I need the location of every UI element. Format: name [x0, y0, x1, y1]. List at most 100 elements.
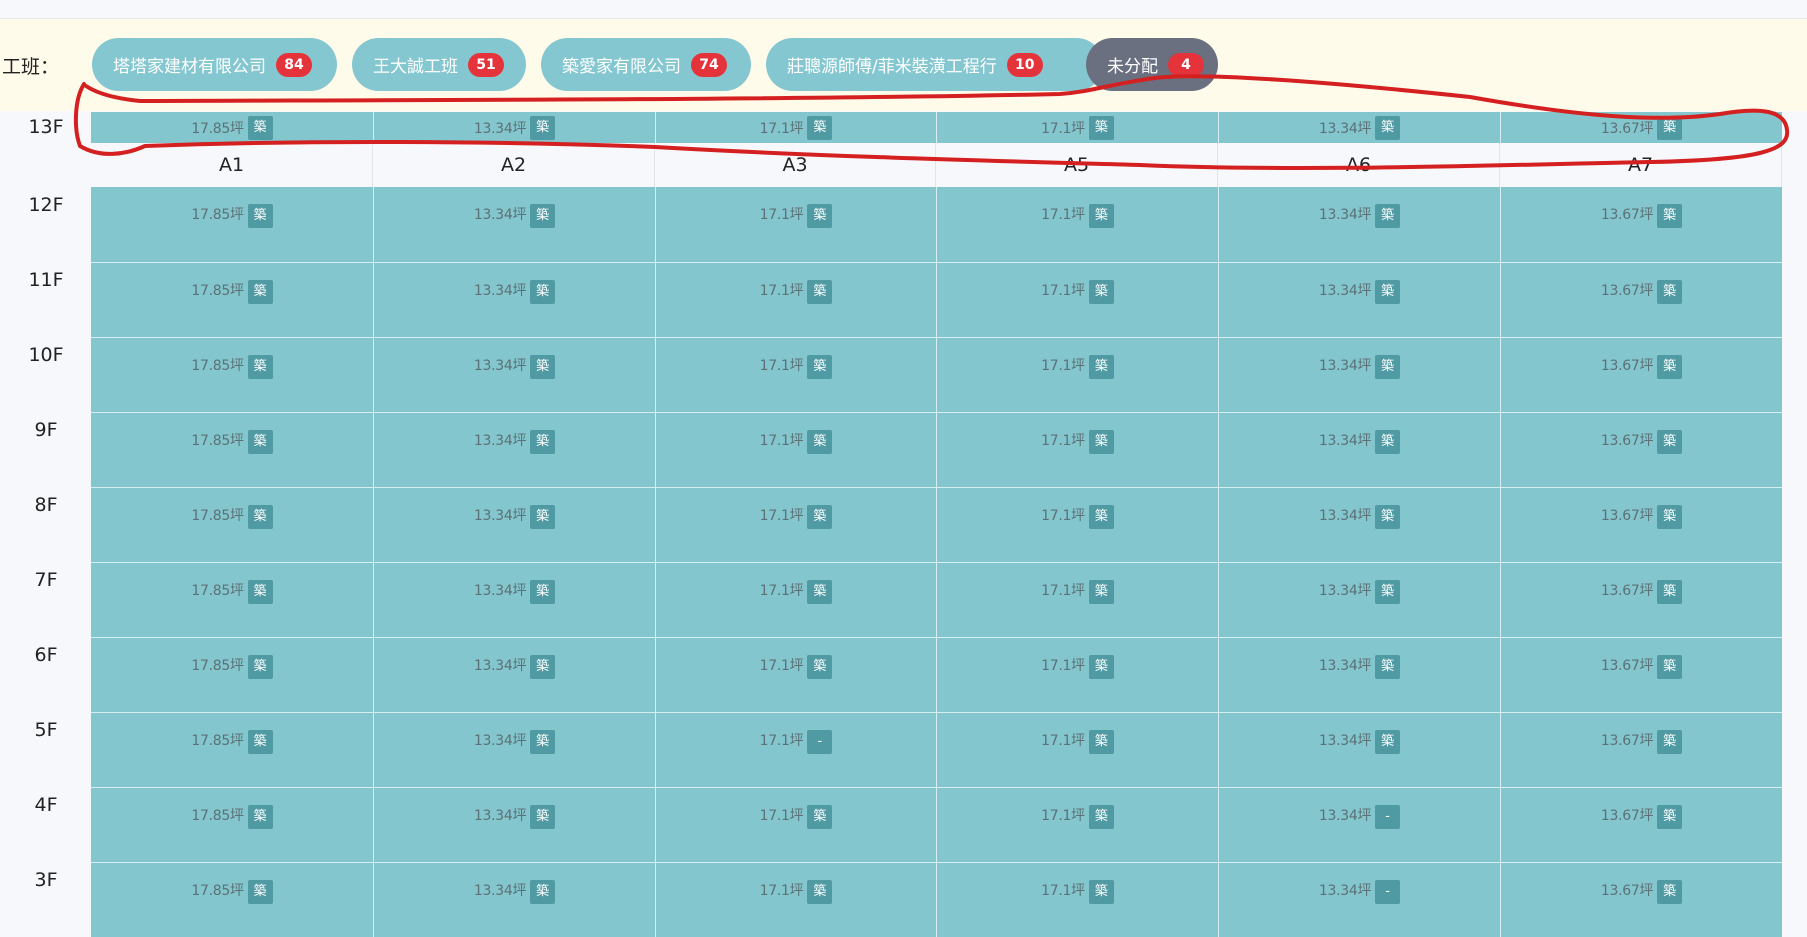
- unit-cell-3f-a6[interactable]: 13.34坪 -: [1218, 862, 1500, 937]
- build-badge[interactable]: 築: [1657, 580, 1683, 604]
- unit-cell-6f-a1[interactable]: 17.85坪築: [91, 637, 373, 712]
- build-badge[interactable]: 築: [807, 505, 833, 529]
- unit-cell-3f-a7[interactable]: 13.67坪築: [1500, 862, 1782, 937]
- unassigned-badge[interactable]: -: [807, 730, 833, 754]
- build-badge[interactable]: 築: [1375, 655, 1401, 679]
- unit-cell-5f-a2[interactable]: 13.34坪築: [373, 712, 655, 787]
- unit-cell-4f-a1[interactable]: 17.85坪築: [91, 787, 373, 862]
- unit-cell-5f-a6[interactable]: 13.34坪築: [1218, 712, 1500, 787]
- build-badge[interactable]: 築: [1375, 280, 1401, 304]
- unit-cell-8f-a7[interactable]: 13.67坪築: [1500, 487, 1782, 562]
- build-badge[interactable]: 築: [1088, 505, 1114, 529]
- unit-cell-10f-a1[interactable]: 17.85坪築: [91, 337, 373, 412]
- build-badge[interactable]: 築: [1657, 655, 1683, 679]
- unit-cell-11f-a3[interactable]: 17.1坪築: [655, 262, 936, 337]
- team-filter-pill-4[interactable]: 莊聰源師傅/菲米裝潢工程行 10: [766, 38, 1103, 91]
- build-badge[interactable]: 築: [247, 580, 273, 604]
- build-badge[interactable]: 築: [530, 355, 556, 379]
- unit-cell-6f-a7[interactable]: 13.67坪築: [1500, 637, 1782, 712]
- unit-cell-8f-a1[interactable]: 17.85坪築: [91, 487, 373, 562]
- build-badge[interactable]: 築: [1088, 805, 1114, 829]
- unit-cell-12f-a2[interactable]: 13.34坪築: [373, 187, 655, 262]
- unassigned-badge[interactable]: -: [1375, 880, 1401, 904]
- build-badge[interactable]: 築: [807, 880, 833, 904]
- unit-cell-3f-a1[interactable]: 17.85坪築: [91, 862, 373, 937]
- build-badge[interactable]: 築: [530, 655, 556, 679]
- unit-cell-3f-a3[interactable]: 17.1坪築: [655, 862, 936, 937]
- build-badge[interactable]: 築: [807, 655, 833, 679]
- unit-cell-7f-a1[interactable]: 17.85坪築: [91, 562, 373, 637]
- build-badge[interactable]: 築: [1657, 355, 1683, 379]
- unit-cell-13f-a6[interactable]: 13.34坪築: [1218, 112, 1500, 143]
- build-badge[interactable]: 築: [1088, 730, 1114, 754]
- unit-cell-13f-a7[interactable]: 13.67坪築: [1500, 112, 1782, 143]
- unit-cell-13f-a1[interactable]: 17.85坪築: [91, 112, 373, 143]
- unit-cell-8f-a2[interactable]: 13.34坪築: [373, 487, 655, 562]
- unit-cell-12f-a7[interactable]: 13.67坪築: [1500, 187, 1782, 262]
- unit-cell-6f-a6[interactable]: 13.34坪築: [1218, 637, 1500, 712]
- unit-cell-5f-a3[interactable]: 17.1坪 -: [655, 712, 936, 787]
- build-badge[interactable]: 築: [1088, 355, 1114, 379]
- build-badge[interactable]: 築: [1657, 505, 1683, 529]
- unit-cell-6f-a3[interactable]: 17.1坪築: [655, 637, 936, 712]
- build-badge[interactable]: 築: [807, 805, 833, 829]
- unit-cell-10f-a5[interactable]: 17.1坪築: [936, 337, 1218, 412]
- unit-cell-3f-a2[interactable]: 13.34坪築: [373, 862, 655, 937]
- build-badge[interactable]: 築: [807, 280, 833, 304]
- build-badge[interactable]: 築: [1657, 280, 1683, 304]
- build-badge[interactable]: 築: [807, 115, 833, 140]
- unit-cell-7f-a2[interactable]: 13.34坪築: [373, 562, 655, 637]
- build-badge[interactable]: 築: [1375, 204, 1401, 228]
- unit-cell-7f-a7[interactable]: 13.67坪築: [1500, 562, 1782, 637]
- unit-cell-6f-a5[interactable]: 17.1坪築: [936, 637, 1218, 712]
- unit-cell-13f-a5[interactable]: 17.1坪築: [936, 112, 1218, 143]
- build-badge[interactable]: 築: [1375, 430, 1401, 454]
- build-badge[interactable]: 築: [247, 655, 273, 679]
- build-badge[interactable]: 築: [1657, 880, 1683, 904]
- build-badge[interactable]: 築: [1657, 115, 1683, 140]
- unit-cell-9f-a6[interactable]: 13.34坪築: [1218, 412, 1500, 487]
- build-badge[interactable]: 築: [247, 505, 273, 529]
- build-badge[interactable]: 築: [1657, 430, 1683, 454]
- build-badge[interactable]: 築: [530, 505, 556, 529]
- unit-cell-13f-a3[interactable]: 17.1坪築: [655, 112, 936, 143]
- unit-cell-12f-a3[interactable]: 17.1坪築: [655, 187, 936, 262]
- build-badge[interactable]: 築: [1088, 880, 1114, 904]
- build-badge[interactable]: 築: [247, 355, 273, 379]
- unit-cell-11f-a7[interactable]: 13.67坪築: [1500, 262, 1782, 337]
- build-badge[interactable]: 築: [530, 730, 556, 754]
- unit-cell-4f-a7[interactable]: 13.67坪築: [1500, 787, 1782, 862]
- build-badge[interactable]: 築: [247, 880, 273, 904]
- unit-cell-7f-a5[interactable]: 17.1坪築: [936, 562, 1218, 637]
- build-badge[interactable]: 築: [530, 430, 556, 454]
- build-badge[interactable]: 築: [530, 280, 556, 304]
- build-badge[interactable]: 築: [1088, 655, 1114, 679]
- build-badge[interactable]: 築: [1375, 505, 1401, 529]
- unit-cell-9f-a5[interactable]: 17.1坪築: [936, 412, 1218, 487]
- team-filter-pill-unassigned[interactable]: 未分配 4: [1086, 38, 1218, 91]
- unit-cell-5f-a5[interactable]: 17.1坪築: [936, 712, 1218, 787]
- unit-cell-5f-a1[interactable]: 17.85坪築: [91, 712, 373, 787]
- build-badge[interactable]: 築: [247, 204, 273, 228]
- build-badge[interactable]: 築: [1375, 355, 1401, 379]
- unit-cell-11f-a6[interactable]: 13.34坪築: [1218, 262, 1500, 337]
- unit-cell-9f-a2[interactable]: 13.34坪築: [373, 412, 655, 487]
- unit-cell-4f-a3[interactable]: 17.1坪築: [655, 787, 936, 862]
- build-badge[interactable]: 築: [1375, 730, 1401, 754]
- team-filter-pill-2[interactable]: 王大誠工班 51: [352, 38, 526, 91]
- unit-cell-11f-a1[interactable]: 17.85坪築: [91, 262, 373, 337]
- unit-cell-7f-a3[interactable]: 17.1坪築: [655, 562, 936, 637]
- build-badge[interactable]: 築: [247, 730, 273, 754]
- unit-cell-9f-a7[interactable]: 13.67坪築: [1500, 412, 1782, 487]
- unit-cell-6f-a2[interactable]: 13.34坪築: [373, 637, 655, 712]
- build-badge[interactable]: 築: [1088, 115, 1114, 140]
- team-filter-pill-1[interactable]: 塔塔家建材有限公司 84: [92, 38, 337, 91]
- build-badge[interactable]: 築: [530, 880, 556, 904]
- build-badge[interactable]: 築: [807, 580, 833, 604]
- unit-cell-8f-a3[interactable]: 17.1坪築: [655, 487, 936, 562]
- build-badge[interactable]: 築: [1657, 805, 1683, 829]
- unit-cell-10f-a3[interactable]: 17.1坪築: [655, 337, 936, 412]
- build-badge[interactable]: 築: [1088, 580, 1114, 604]
- unit-cell-8f-a5[interactable]: 17.1坪築: [936, 487, 1218, 562]
- build-badge[interactable]: 築: [1088, 430, 1114, 454]
